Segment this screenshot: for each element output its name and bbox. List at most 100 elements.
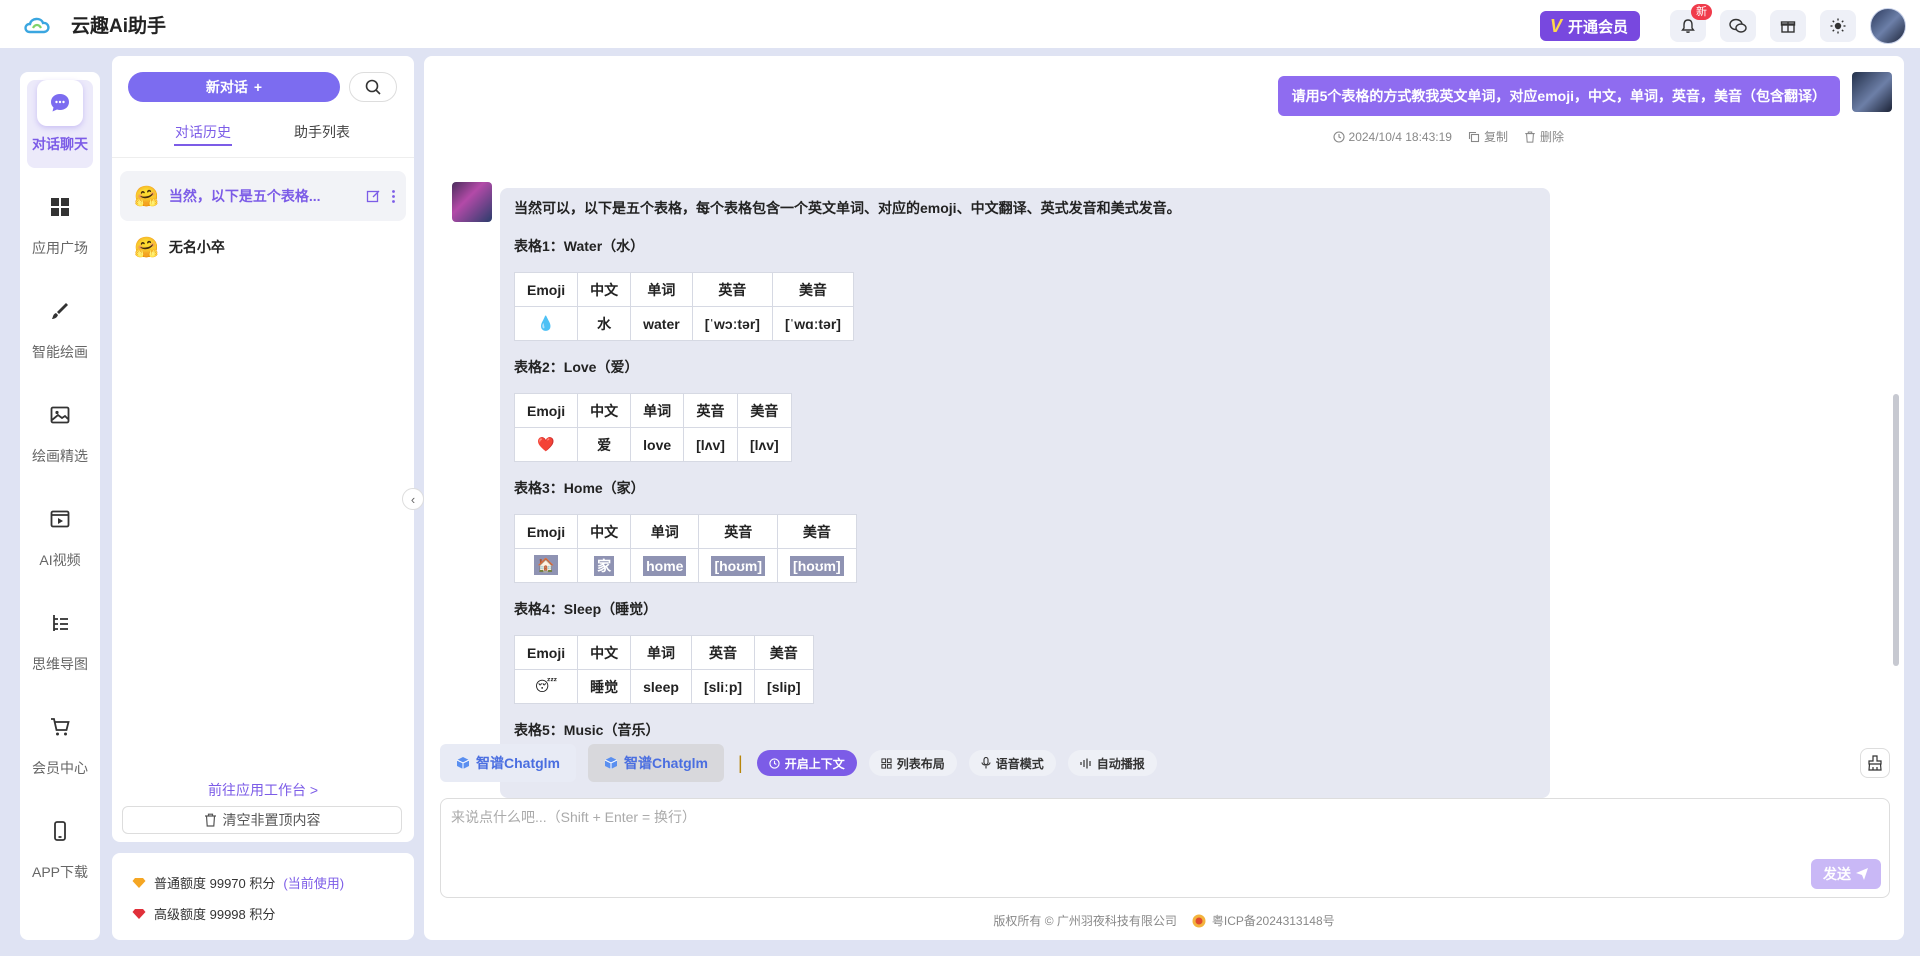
conversation-title: 无名小卒 bbox=[168, 239, 225, 255]
bell-icon bbox=[1681, 19, 1695, 33]
audio-wave-icon bbox=[1080, 758, 1091, 768]
cell: sleep bbox=[630, 669, 692, 704]
clock-icon bbox=[769, 757, 780, 769]
intro-text: 当然可以，以下是五个表格，每个表格包含一个英文单词、对应的emoji、中文翻译、… bbox=[514, 200, 1181, 216]
clear-unpinned-button[interactable]: 清空非置顶内容 bbox=[122, 806, 402, 834]
search-icon bbox=[365, 79, 381, 95]
nav-item-app-download[interactable]: APP下载 bbox=[20, 808, 100, 882]
search-button[interactable] bbox=[349, 72, 397, 102]
selected-text: [hoʊm] bbox=[790, 555, 844, 576]
context-label: 开启上下文 bbox=[784, 756, 845, 771]
conversation-item[interactable]: 🤗 无名小卒 bbox=[120, 222, 406, 272]
nav-label: 会员中心 bbox=[32, 760, 88, 776]
notification-button[interactable]: 新 bbox=[1670, 4, 1712, 42]
cell: 家 bbox=[577, 548, 632, 583]
edit-icon[interactable] bbox=[366, 189, 381, 204]
context-toggle[interactable]: 开启上下文 bbox=[756, 750, 857, 776]
sun-icon bbox=[1830, 18, 1846, 34]
auto-play-toggle[interactable]: 自动播报 bbox=[1067, 750, 1157, 776]
cube-icon bbox=[604, 757, 618, 769]
send-button[interactable]: 发送 bbox=[1811, 859, 1881, 889]
cloud-logo-icon[interactable] bbox=[22, 10, 56, 38]
tab-history[interactable]: 对话历史 bbox=[175, 122, 231, 142]
nav-item-mind-map[interactable]: 思维导图 bbox=[20, 600, 100, 674]
cell: [sliːp] bbox=[690, 669, 756, 704]
emoji-cell: 🏠 bbox=[513, 548, 579, 583]
divider bbox=[112, 157, 414, 158]
collapse-panel-button[interactable]: ‹ bbox=[402, 488, 424, 510]
clear-context-button[interactable] bbox=[1860, 748, 1890, 778]
nav-item-app-square[interactable]: 应用广场 bbox=[20, 184, 100, 258]
nav-item-member-center[interactable]: 会员中心 bbox=[20, 704, 100, 778]
gift-button[interactable] bbox=[1770, 10, 1806, 42]
table-title: 表格4：Sleep（睡觉） bbox=[514, 601, 658, 617]
avatar-emoji-icon: 🤗 bbox=[134, 236, 159, 259]
emoji-cell: 😴 bbox=[513, 669, 579, 704]
police-badge-icon bbox=[1192, 914, 1206, 927]
model-label: 智谱Chatglm bbox=[624, 755, 708, 771]
assistant-message: 当然可以，以下是五个表格，每个表格包含一个英文单词、对应的emoji、中文翻译、… bbox=[500, 188, 1550, 798]
toolbar-separator: | bbox=[738, 752, 743, 773]
nav-item-painting-gallery[interactable]: 绘画精选 bbox=[20, 392, 100, 466]
model-select-button[interactable]: 智谱Chatglm bbox=[588, 744, 724, 782]
col-header: Emoji bbox=[513, 272, 579, 307]
gift-icon bbox=[1780, 21, 1796, 33]
user-avatar[interactable] bbox=[1870, 8, 1906, 44]
col-header: 单词 bbox=[630, 272, 693, 307]
list-layout-toggle[interactable]: 列表布局 bbox=[868, 750, 957, 776]
nav-item-ai-video[interactable]: AI视频 bbox=[20, 496, 100, 570]
emoji-cell: 💧 bbox=[513, 306, 579, 341]
message-input[interactable] bbox=[451, 807, 1751, 847]
current-use-label: (当前使用) bbox=[283, 876, 345, 891]
chat-area: 请用5个表格的方式教我英文单词，对应emoji，中文，单词，英音，美音（包含翻译… bbox=[424, 56, 1904, 940]
table-title: 表格3：Home（家） bbox=[514, 480, 645, 496]
word-table: Emoji 中文 单词 英音 美音 ❤️ 爱 love [lʌv] [lʌv] bbox=[513, 393, 792, 462]
new-chat-button[interactable]: 新对话 + bbox=[128, 72, 340, 102]
nav-item-ai-painting[interactable]: 智能绘画 bbox=[20, 288, 100, 362]
broom-icon bbox=[1868, 755, 1882, 771]
word-table: Emoji 中文 单词 英音 美音 🏠 家 home [hoʊm] [hoʊm] bbox=[513, 514, 857, 583]
conversation-item[interactable]: 🤗 当然，以下是五个表格... bbox=[120, 171, 406, 221]
col-header: 英音 bbox=[683, 393, 738, 428]
theme-toggle-button[interactable] bbox=[1820, 10, 1856, 42]
trash-icon bbox=[204, 813, 216, 827]
grid-icon bbox=[881, 757, 892, 769]
diamond-orange-icon bbox=[132, 877, 146, 888]
col-header: 英音 bbox=[698, 514, 779, 549]
icp-link[interactable]: 粤ICP备2024313148号 bbox=[1191, 912, 1335, 929]
selected-text: 家 bbox=[594, 555, 615, 576]
tab-assistant-list[interactable]: 助手列表 bbox=[294, 122, 350, 142]
emoji-cell: ❤️ bbox=[513, 427, 579, 462]
table-row: 🏠 家 home [hoʊm] [hoʊm] bbox=[513, 548, 857, 583]
col-header: 中文 bbox=[577, 393, 632, 428]
delete-button[interactable]: 删除 bbox=[1524, 128, 1564, 145]
table-title: 表格5：Music（音乐） bbox=[514, 722, 660, 738]
diamond-red-icon bbox=[132, 908, 146, 919]
open-vip-button[interactable]: V 开通会员 bbox=[1539, 11, 1640, 41]
conversation-panel: 新对话 + 对话历史 助手列表 🤗 当然，以下是五个表格... 🤗 无名小卒 前… bbox=[112, 56, 414, 842]
voice-mode-toggle[interactable]: 语音模式 bbox=[968, 750, 1056, 776]
chat-scrollbar[interactable] bbox=[1893, 394, 1899, 666]
copy-icon bbox=[1468, 131, 1480, 142]
more-icon[interactable] bbox=[391, 189, 396, 204]
chevron-left-icon: ‹ bbox=[410, 491, 416, 507]
table-title: 表格2：Love（爱） bbox=[514, 359, 639, 375]
wechat-button[interactable] bbox=[1720, 10, 1756, 42]
image-icon bbox=[37, 392, 83, 438]
copy-label: 复制 bbox=[1483, 130, 1508, 144]
voice-label: 语音模式 bbox=[995, 756, 1044, 771]
nav-item-chat[interactable]: 对话聊天 bbox=[20, 80, 100, 154]
new-badge: 新 bbox=[1691, 4, 1712, 20]
model-select-button[interactable]: 智谱Chatglm bbox=[440, 744, 576, 782]
message-time: 2024/10/4 18:43:19 bbox=[1348, 129, 1452, 144]
selected-text: home bbox=[643, 555, 687, 576]
nav-label: 对话聊天 bbox=[32, 136, 88, 152]
cell: love bbox=[630, 427, 685, 462]
brush-icon bbox=[37, 288, 83, 334]
col-header: 美音 bbox=[736, 393, 792, 428]
word-table: Emoji 中文 单词 英音 美音 😴 睡觉 sleep [sliːp] [slip] bbox=[513, 635, 814, 704]
copy-button[interactable]: 复制 bbox=[1468, 128, 1508, 145]
col-header: Emoji bbox=[513, 393, 579, 428]
goto-workbench-link[interactable]: 前往应用工作台 > bbox=[112, 780, 414, 800]
col-header: 单词 bbox=[630, 514, 700, 549]
